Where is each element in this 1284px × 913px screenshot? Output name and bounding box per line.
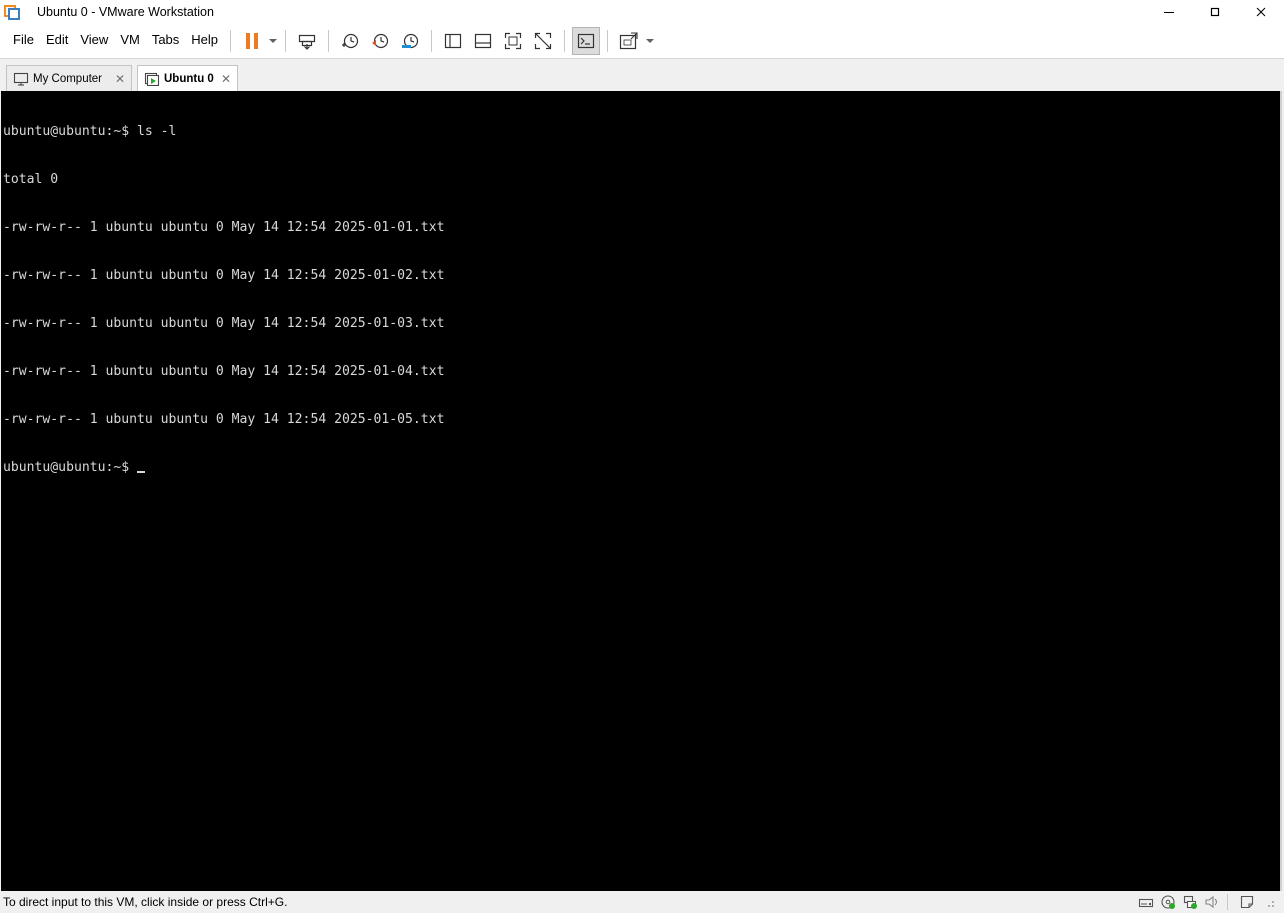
sound-icon[interactable] (1203, 894, 1221, 910)
minimize-button[interactable] (1146, 0, 1192, 24)
show-library-button[interactable] (439, 27, 467, 55)
snapshot-icon (342, 33, 359, 49)
toolbar-separator (285, 30, 287, 52)
message-log-icon[interactable] (1238, 894, 1256, 910)
console-line: total 0 (3, 172, 59, 187)
power-options-dropdown[interactable] (267, 27, 279, 55)
vm-running-icon (144, 72, 160, 86)
toolbar-separator (607, 30, 609, 52)
console-line: ubuntu@ubuntu:~$ ls -l (3, 124, 177, 139)
full-screen-button[interactable] (499, 27, 527, 55)
tab-my-computer[interactable]: My Computer ✕ (6, 65, 132, 92)
pause-icon (246, 33, 259, 49)
network-adapter-icon[interactable] (1181, 894, 1199, 910)
resize-grip-icon[interactable] (1260, 894, 1278, 910)
text-cursor (137, 471, 146, 473)
tab-strip: My Computer ✕ Ubuntu 0 ✕ (0, 58, 1284, 92)
device-icons (1133, 894, 1278, 910)
take-snapshot-button[interactable] (336, 27, 364, 55)
toolbar-separator (230, 30, 232, 52)
menu-help[interactable]: Help (185, 24, 224, 58)
window-title: Ubuntu 0 - VMware Workstation (37, 5, 214, 19)
chevron-down-icon (646, 38, 655, 43)
status-separator (1227, 894, 1228, 910)
send-ctrl-alt-del-icon (298, 34, 316, 50)
vmware-logo-icon (4, 4, 20, 20)
toolbar-separator (564, 30, 566, 52)
close-tab-icon[interactable]: ✕ (219, 72, 233, 86)
close-button[interactable] (1238, 0, 1284, 24)
title-bar: Ubuntu 0 - VMware Workstation (0, 0, 1284, 24)
menu-edit[interactable]: Edit (40, 24, 74, 58)
menu-vm[interactable]: VM (114, 24, 146, 58)
window-controls (1146, 0, 1284, 24)
console-line: -rw-rw-r-- 1 ubuntu ubuntu 0 May 14 12:5… (3, 364, 445, 379)
revert-snapshot-button[interactable] (366, 27, 394, 55)
stretch-guest-button[interactable] (615, 27, 643, 55)
console-line: -rw-rw-r-- 1 ubuntu ubuntu 0 May 14 12:5… (3, 316, 445, 331)
unity-icon (534, 32, 552, 50)
cd-dvd-icon[interactable] (1159, 894, 1177, 910)
toolbar-separator (328, 30, 330, 52)
pause-button[interactable] (238, 27, 266, 55)
show-thumbnail-bar-button[interactable] (469, 27, 497, 55)
close-icon (1256, 7, 1266, 17)
status-message: To direct input to this VM, click inside… (3, 895, 288, 909)
maximize-icon (1210, 7, 1220, 17)
console-prompt-line: ubuntu@ubuntu:~$ (3, 460, 1280, 476)
close-tab-icon[interactable]: ✕ (113, 72, 127, 86)
snapshot-manager-button[interactable] (396, 27, 424, 55)
maximize-button[interactable] (1192, 0, 1238, 24)
chevron-down-icon (269, 38, 278, 43)
menu-toolbar: File Edit View VM Tabs Help (0, 24, 1284, 58)
snapshot-manager-icon (402, 33, 419, 49)
thumbnail-bar-icon (474, 33, 492, 49)
stretch-options-dropdown[interactable] (644, 27, 656, 55)
console-line: -rw-rw-r-- 1 ubuntu ubuntu 0 May 14 12:5… (3, 412, 445, 427)
library-view-icon (444, 33, 462, 49)
tab-label: Ubuntu 0 (164, 73, 214, 85)
tab-label: My Computer (33, 73, 103, 85)
menu-tabs[interactable]: Tabs (146, 24, 185, 58)
menu-view[interactable]: View (74, 24, 114, 58)
menu-file[interactable]: File (7, 24, 40, 58)
shell-prompt: ubuntu@ubuntu:~$ (3, 460, 138, 475)
console-view-button[interactable] (572, 27, 601, 55)
full-screen-icon (504, 32, 522, 50)
vm-console[interactable]: ubuntu@ubuntu:~$ ls -l total 0 -rw-rw-r-… (1, 91, 1282, 891)
revert-snapshot-icon (372, 33, 389, 49)
unity-button[interactable] (529, 27, 557, 55)
console-line: -rw-rw-r-- 1 ubuntu ubuntu 0 May 14 12:5… (3, 220, 445, 235)
toolbar-separator (431, 30, 433, 52)
status-bar: To direct input to this VM, click inside… (0, 891, 1284, 913)
console-line: -rw-rw-r-- 1 ubuntu ubuntu 0 May 14 12:5… (3, 268, 445, 283)
console-view-icon (577, 33, 595, 49)
tab-ubuntu-0[interactable]: Ubuntu 0 ✕ (137, 65, 238, 92)
monitor-icon (13, 72, 29, 86)
stretch-guest-icon (619, 32, 638, 50)
hard-disk-icon[interactable] (1137, 894, 1155, 910)
send-ctrl-alt-del-button[interactable] (293, 27, 321, 55)
minimize-icon (1164, 12, 1174, 13)
